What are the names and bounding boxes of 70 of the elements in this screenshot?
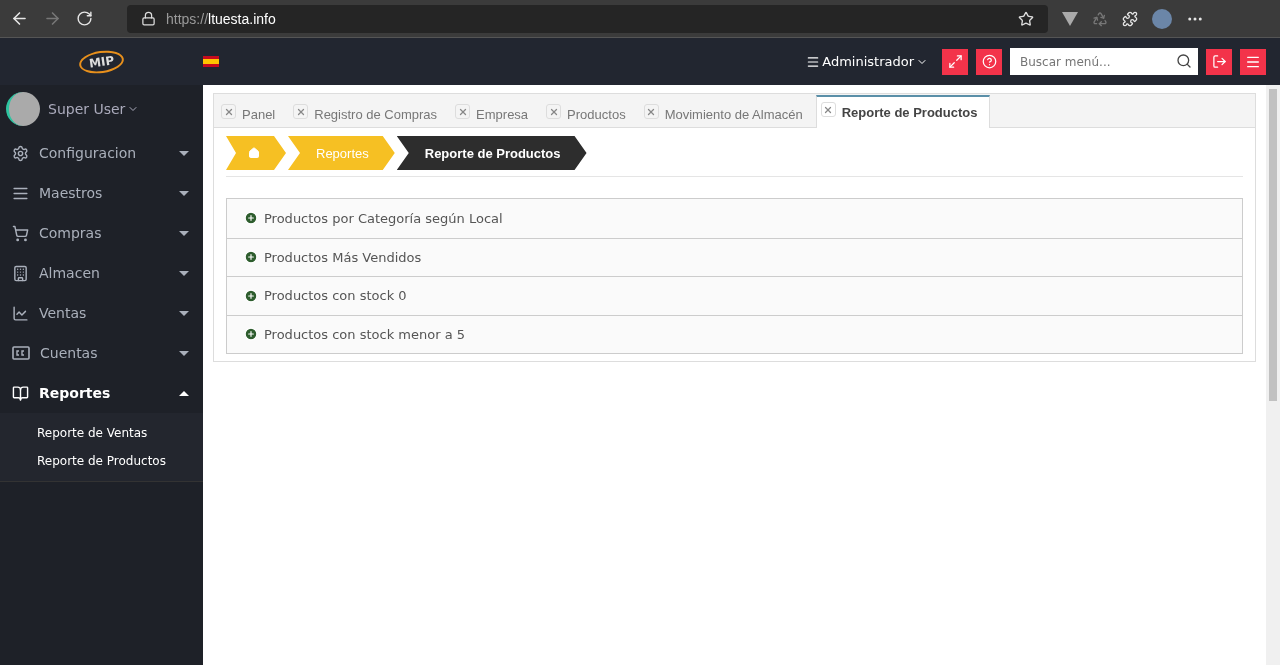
back-icon[interactable] [10, 9, 29, 28]
close-icon[interactable] [293, 104, 309, 119]
sidebar-item[interactable]: Reportes [0, 373, 203, 413]
report-item[interactable]: Productos por Categoría según Local [227, 199, 1242, 238]
sidebar-item[interactable]: Cuentas [0, 333, 203, 373]
address-bar[interactable]: https://ltuesta.info [127, 4, 1048, 33]
caret-icon [179, 350, 189, 356]
caret-icon [179, 190, 189, 196]
user-name[interactable]: Super User [48, 101, 140, 117]
caret-icon [179, 150, 189, 156]
spain-flag-icon[interactable] [203, 56, 219, 67]
v-logo-icon[interactable] [1062, 11, 1078, 26]
report-item[interactable]: Productos con stock menor a 5 [227, 314, 1242, 353]
recycle-icon[interactable] [1092, 10, 1108, 27]
tab[interactable]: Registro de Compras [288, 98, 451, 128]
sidebar-item[interactable]: Maestros [0, 173, 203, 213]
puzzle-icon[interactable] [1122, 10, 1138, 27]
line-chart-icon [12, 304, 29, 322]
plus-icon [244, 288, 258, 303]
close-icon[interactable] [455, 104, 471, 119]
home-icon [248, 147, 260, 159]
tab[interactable]: Movimiento de Almacén [638, 98, 816, 128]
reload-icon[interactable] [76, 10, 93, 27]
logout-button[interactable] [1206, 48, 1232, 75]
tab[interactable]: Panel [216, 98, 289, 128]
sidebar-item[interactable]: Ventas [0, 293, 203, 333]
gears-icon [12, 144, 29, 162]
plus-icon [244, 211, 258, 226]
caret-icon [179, 310, 189, 316]
tab[interactable]: Productos [541, 98, 639, 128]
help-button[interactable] [976, 48, 1002, 75]
close-icon[interactable] [546, 104, 562, 119]
sidebar-item[interactable]: Configuracion [0, 133, 203, 173]
report-item[interactable]: Productos Más Vendidos [227, 237, 1242, 276]
user-avatar [6, 92, 40, 126]
search-icon[interactable] [1176, 53, 1192, 69]
profile-avatar[interactable] [1152, 8, 1172, 29]
expand-arrows-icon [947, 54, 963, 69]
plus-icon [244, 250, 258, 265]
fullscreen-button[interactable] [942, 48, 968, 75]
lock-icon [141, 11, 156, 26]
star-plus-icon[interactable] [1018, 10, 1034, 27]
caret-icon [179, 270, 189, 276]
sidebar-item[interactable]: Almacen [0, 253, 203, 293]
scrollbar[interactable] [1266, 85, 1280, 665]
plus-icon [244, 327, 258, 342]
submenu-item[interactable]: Reporte de Productos [0, 447, 203, 475]
close-icon[interactable] [221, 104, 236, 119]
caret-icon [179, 390, 189, 396]
close-icon[interactable] [643, 104, 659, 119]
search-field[interactable]: Buscar menú... [1010, 48, 1198, 75]
caret-icon [179, 230, 189, 236]
breadcrumb-current: Reporte de Productos [396, 136, 587, 170]
help-icon [981, 54, 997, 69]
menu-icon [806, 54, 821, 69]
cc-icon [12, 346, 30, 360]
forward-icon[interactable] [43, 9, 62, 28]
tab[interactable]: Reporte de Productos [815, 95, 991, 128]
submenu-item[interactable]: Reporte de Ventas [0, 419, 203, 447]
building-icon [12, 264, 29, 282]
close-icon[interactable] [820, 102, 836, 117]
admin-menu[interactable]: Administrador [806, 54, 928, 69]
menu-button[interactable] [1240, 48, 1266, 75]
report-item[interactable]: Productos con stock 0 [227, 276, 1242, 315]
url-text: https://ltuesta.info [166, 10, 276, 27]
tab[interactable]: Empresa [450, 98, 542, 128]
logout-icon [1211, 54, 1227, 69]
sidebar-item[interactable]: Compras [0, 213, 203, 253]
book-icon [12, 384, 29, 402]
cart-icon [12, 224, 29, 242]
